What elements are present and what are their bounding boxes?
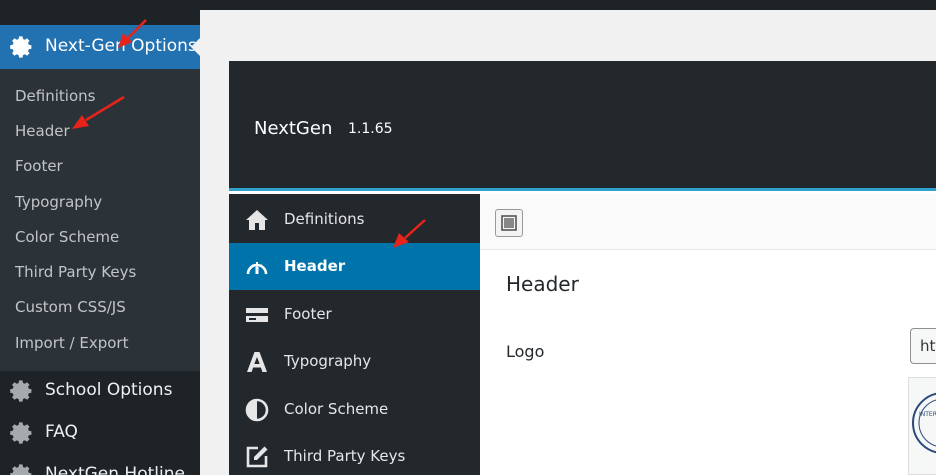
menu-label: NextGen Hotline xyxy=(45,464,185,475)
edit-icon xyxy=(246,446,268,468)
nav-color-scheme[interactable]: Color Scheme xyxy=(229,386,480,433)
submenu-third-party-keys[interactable]: Third Party Keys xyxy=(15,263,136,281)
nav-label: Typography xyxy=(284,352,372,370)
home-icon xyxy=(246,210,268,230)
layout-toggle-button[interactable] xyxy=(495,209,523,237)
version-label: 1.1.65 xyxy=(348,121,393,137)
content-toolbar xyxy=(480,194,936,250)
submenu-color-scheme[interactable]: Color Scheme xyxy=(15,228,119,246)
dashboard-icon xyxy=(246,262,268,275)
logo-preview: INTER xyxy=(908,377,936,475)
nav-label: Footer xyxy=(284,305,332,323)
nav-footer[interactable]: Footer xyxy=(229,291,480,338)
panel-header: NextGen 1.1.65 xyxy=(229,61,936,191)
nav-third-party-keys[interactable]: Third Party Keys xyxy=(229,433,480,475)
nav-definitions[interactable]: Definitions xyxy=(229,196,480,243)
seal-logo: INTER xyxy=(912,392,936,454)
annotation-arrow xyxy=(72,95,125,129)
nav-typography[interactable]: Typography xyxy=(229,338,480,385)
panel-nav: Definitions Header Footer Typography Col… xyxy=(229,194,480,475)
menu-nextgen-hotline[interactable]: NextGen Hotline xyxy=(0,455,200,475)
gear-icon xyxy=(10,464,32,475)
logo-url-value: htt xyxy=(920,337,936,355)
admin-sidebar: Next-Gen Options Definitions Header Foot… xyxy=(0,10,200,475)
nav-label: Definitions xyxy=(284,210,365,228)
section-title: Header xyxy=(506,272,579,296)
nav-header[interactable]: Header xyxy=(229,243,480,290)
submenu-footer[interactable]: Footer xyxy=(15,157,63,175)
annotation-arrow xyxy=(118,19,147,48)
layout-icon xyxy=(501,215,517,231)
submenu-import-export[interactable]: Import / Export xyxy=(15,334,128,352)
gear-icon xyxy=(10,36,32,58)
menu-label: FAQ xyxy=(45,422,78,442)
nav-label: Header xyxy=(284,257,346,275)
typography-icon xyxy=(247,352,267,372)
admin-bar xyxy=(0,0,936,10)
svg-text:INTER: INTER xyxy=(919,411,936,418)
logo-field-label: Logo xyxy=(506,342,545,361)
submenu-typography[interactable]: Typography xyxy=(15,193,102,211)
annotation-arrow xyxy=(393,219,426,248)
brand-title: NextGen xyxy=(254,118,333,139)
nav-label: Color Scheme xyxy=(284,400,389,418)
menu-school-options[interactable]: School Options xyxy=(0,371,200,411)
gear-icon xyxy=(10,422,32,444)
gear-icon xyxy=(10,380,32,402)
options-panel: NextGen 1.1.65 Definitions Header Footer… xyxy=(229,61,936,475)
menu-faq[interactable]: FAQ xyxy=(0,413,200,453)
submenu-header[interactable]: Header xyxy=(15,122,70,140)
nav-label: Third Party Keys xyxy=(284,447,406,465)
footer-icon xyxy=(246,308,268,322)
submenu-custom-css-js[interactable]: Custom CSS/JS xyxy=(15,298,126,316)
logo-url-input[interactable]: htt xyxy=(910,328,936,364)
menu-label: School Options xyxy=(45,380,173,400)
contrast-icon xyxy=(245,398,269,422)
